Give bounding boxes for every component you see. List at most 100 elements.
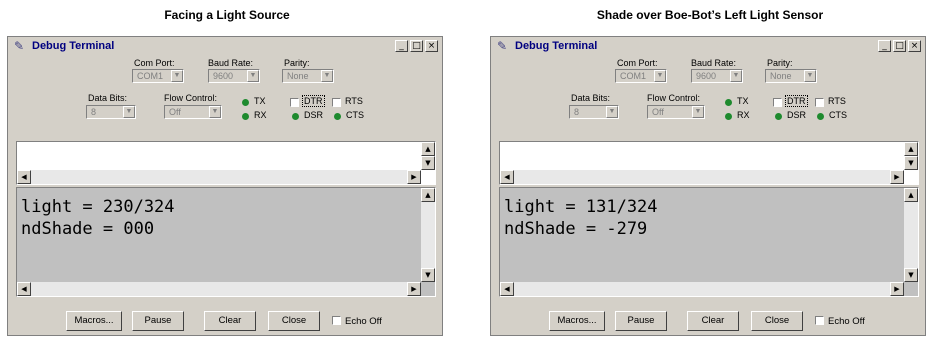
dsr-label: DSR <box>304 110 324 120</box>
rx-label: RX <box>254 110 267 120</box>
com-port-label: Com Port: <box>134 58 175 68</box>
dtr-checkbox[interactable] <box>290 98 299 107</box>
cts-label: CTS <box>346 110 364 120</box>
scroll-down-icon[interactable]: ▼ <box>904 156 918 170</box>
rts-checkbox[interactable] <box>332 98 341 107</box>
scroll-right-icon[interactable]: ▶ <box>407 282 421 296</box>
echo-off-checkbox[interactable] <box>332 316 341 325</box>
window-controls: _ □ × <box>878 40 921 52</box>
parity-select[interactable]: None ▼ <box>282 69 334 83</box>
pause-button[interactable]: Pause <box>132 311 184 331</box>
cts-led-icon <box>334 113 341 120</box>
echo-off-label: Echo Off <box>828 316 865 327</box>
chevron-down-icon: ▼ <box>123 106 135 118</box>
receive-pane[interactable]: light = 230/324 ndShade = 000 ▲ ▼ ◀ ▶ <box>16 187 436 297</box>
receive-line-1: light = 230/324 <box>21 197 175 217</box>
transmit-vertical-scrollbar[interactable]: ▲ ▼ <box>421 142 435 170</box>
baud-rate-select[interactable]: 9600 ▼ <box>691 69 743 83</box>
tx-label: TX <box>737 96 749 106</box>
scroll-right-icon[interactable]: ▶ <box>890 282 904 296</box>
terminal-icon: ✎ <box>497 39 508 53</box>
debug-terminal-window: ✎ Debug Terminal _ □ × Com Port: COM1 ▼ B… <box>490 36 926 336</box>
receive-pane[interactable]: light = 131/324 ndShade = -279 ▲ ▼ ◀ ▶ <box>499 187 919 297</box>
close-button[interactable]: Close <box>268 311 320 331</box>
baud-rate-select[interactable]: 9600 ▼ <box>208 69 260 83</box>
scroll-down-icon[interactable]: ▼ <box>904 268 918 282</box>
receive-text: light = 230/324 ndShade = 000 <box>21 196 175 240</box>
maximize-icon[interactable]: □ <box>893 40 906 52</box>
parity-label: Parity: <box>767 58 793 68</box>
minimize-icon[interactable]: _ <box>878 40 891 52</box>
transmit-horizontal-scrollbar[interactable]: ◀ ▶ <box>500 170 904 184</box>
scroll-left-icon[interactable]: ◀ <box>500 170 514 184</box>
close-button[interactable]: Close <box>751 311 803 331</box>
dsr-led-icon <box>775 113 782 120</box>
transmit-pane[interactable]: ▲ ▼ ◀ ▶ <box>499 141 919 185</box>
chevron-down-icon: ▼ <box>171 70 183 82</box>
scroll-left-icon[interactable]: ◀ <box>500 282 514 296</box>
echo-off-checkbox[interactable] <box>815 316 824 325</box>
echo-off-label: Echo Off <box>345 316 382 327</box>
data-bits-select[interactable]: 8 ▼ <box>569 105 619 119</box>
scroll-up-icon[interactable]: ▲ <box>904 188 918 202</box>
title-bar: ✎ Debug Terminal _ □ × <box>493 39 923 55</box>
com-port-value: COM1 <box>137 71 164 81</box>
data-bits-value: 8 <box>574 107 580 117</box>
panel-caption: Facing a Light Source <box>164 8 290 22</box>
close-icon[interactable]: × <box>908 40 921 52</box>
close-icon[interactable]: × <box>425 40 438 52</box>
scroll-left-icon[interactable]: ◀ <box>17 170 31 184</box>
scroll-right-icon[interactable]: ▶ <box>407 170 421 184</box>
scroll-up-icon[interactable]: ▲ <box>421 188 435 202</box>
flow-control-select[interactable]: Off ▼ <box>647 105 705 119</box>
transmit-pane[interactable]: ▲ ▼ ◀ ▶ <box>16 141 436 185</box>
tx-led-icon <box>725 99 732 106</box>
macros-button[interactable]: Macros... <box>549 311 605 331</box>
com-port-label: Com Port: <box>617 58 658 68</box>
pause-button[interactable]: Pause <box>615 311 667 331</box>
window-title: Debug Terminal <box>32 40 115 52</box>
scroll-up-icon[interactable]: ▲ <box>904 142 918 156</box>
minimize-icon[interactable]: _ <box>395 40 408 52</box>
receive-line-2: ndShade = -279 <box>504 219 648 239</box>
data-bits-label: Data Bits: <box>571 93 611 103</box>
cts-label: CTS <box>829 110 847 120</box>
chevron-down-icon: ▼ <box>692 106 704 118</box>
clear-button[interactable]: Clear <box>687 311 739 331</box>
scroll-up-icon[interactable]: ▲ <box>421 142 435 156</box>
rts-checkbox[interactable] <box>815 98 824 107</box>
rts-label: RTS <box>828 96 846 106</box>
title-bar: ✎ Debug Terminal _ □ × <box>10 39 440 55</box>
dtr-checkbox[interactable] <box>773 98 782 107</box>
com-port-select[interactable]: COM1 ▼ <box>132 69 184 83</box>
parity-select[interactable]: None ▼ <box>765 69 817 83</box>
dsr-label: DSR <box>787 110 807 120</box>
scroll-right-icon[interactable]: ▶ <box>890 170 904 184</box>
receive-vertical-scrollbar[interactable]: ▲ ▼ <box>421 188 435 282</box>
chevron-down-icon: ▼ <box>804 70 816 82</box>
baud-rate-label: Baud Rate: <box>691 58 737 68</box>
panel-shade-left-sensor: Shade over Boe-Bot’s Left Light Sensor ✎… <box>490 0 930 339</box>
data-bits-value: 8 <box>91 107 97 117</box>
scroll-left-icon[interactable]: ◀ <box>17 282 31 296</box>
com-port-select[interactable]: COM1 ▼ <box>615 69 667 83</box>
maximize-icon[interactable]: □ <box>410 40 423 52</box>
scroll-down-icon[interactable]: ▼ <box>421 268 435 282</box>
scroll-down-icon[interactable]: ▼ <box>421 156 435 170</box>
transmit-horizontal-scrollbar[interactable]: ◀ ▶ <box>17 170 421 184</box>
baud-rate-label: Baud Rate: <box>208 58 254 68</box>
flow-control-select[interactable]: Off ▼ <box>164 105 222 119</box>
macros-button[interactable]: Macros... <box>66 311 122 331</box>
panel-facing-light: Facing a Light Source ✎ Debug Terminal _… <box>7 0 447 339</box>
receive-line-1: light = 131/324 <box>504 197 658 217</box>
receive-line-2: ndShade = 000 <box>21 219 155 239</box>
receive-vertical-scrollbar[interactable]: ▲ ▼ <box>904 188 918 282</box>
transmit-vertical-scrollbar[interactable]: ▲ ▼ <box>904 142 918 170</box>
chevron-down-icon: ▼ <box>654 70 666 82</box>
data-bits-select[interactable]: 8 ▼ <box>86 105 136 119</box>
receive-horizontal-scrollbar[interactable]: ◀ ▶ <box>17 282 421 296</box>
terminal-icon: ✎ <box>14 39 25 53</box>
chevron-down-icon: ▼ <box>730 70 742 82</box>
clear-button[interactable]: Clear <box>204 311 256 331</box>
receive-horizontal-scrollbar[interactable]: ◀ ▶ <box>500 282 904 296</box>
